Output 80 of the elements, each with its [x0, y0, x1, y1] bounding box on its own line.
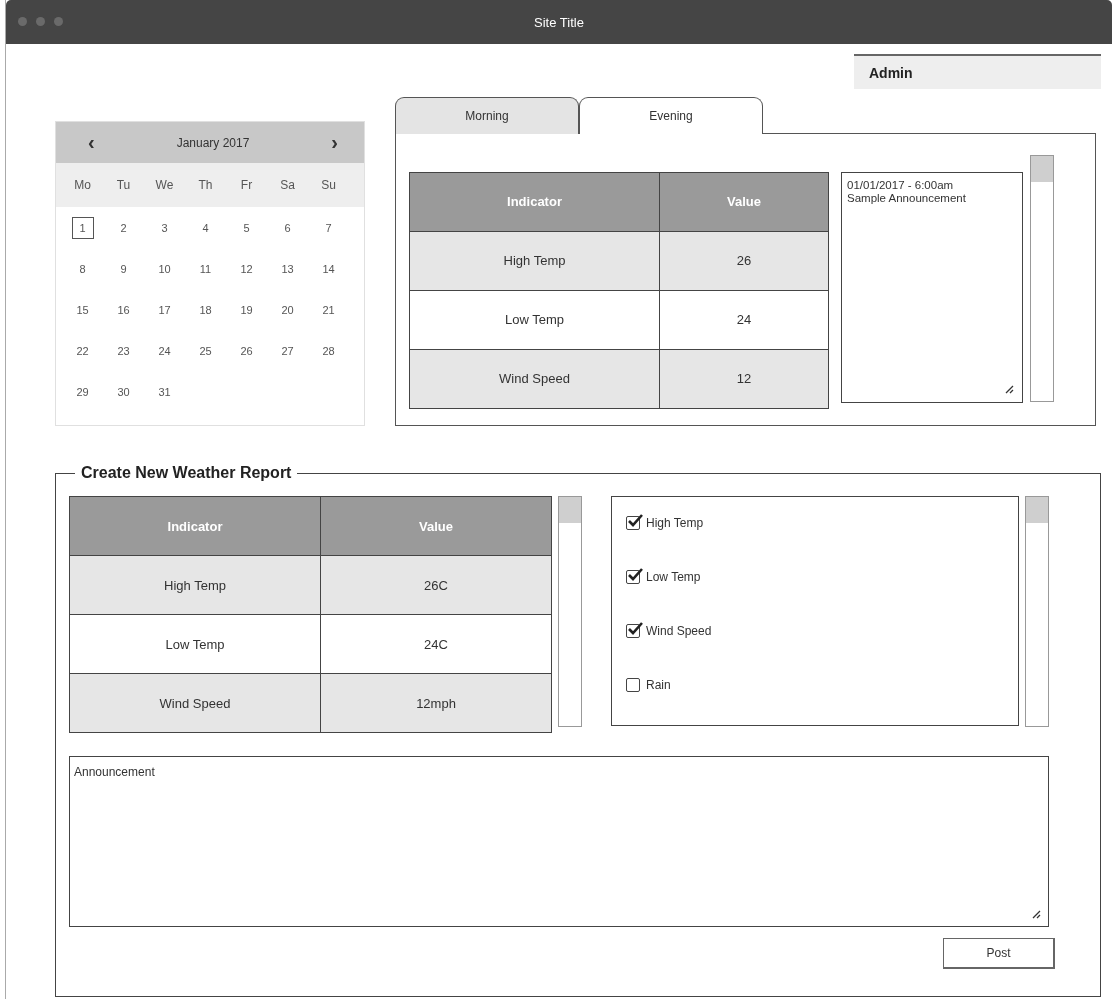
column-header: Indicator	[409, 172, 660, 231]
calendar-day[interactable]: 8	[71, 257, 94, 280]
table-cell: 24	[659, 290, 829, 349]
weekday-label: Tu	[115, 178, 132, 192]
calendar-day[interactable]: 2	[112, 216, 135, 239]
calendar-day[interactable]: 16	[112, 298, 135, 321]
scrollbar[interactable]	[1025, 496, 1049, 727]
weekday-label: Th	[197, 178, 214, 192]
calendar-day[interactable]: 14	[317, 257, 340, 280]
tab[interactable]: Morning	[395, 97, 579, 134]
month-label: January 2017	[176, 135, 250, 150]
calendar-day[interactable]: 4	[194, 216, 217, 239]
table-cell: High Temp	[409, 231, 660, 290]
table-cell: 26	[659, 231, 829, 290]
next-month-button[interactable]: ›	[327, 131, 342, 154]
column-header: Value	[659, 172, 829, 231]
calendar-day[interactable]: 17	[153, 298, 176, 321]
resize-grip-icon[interactable]	[1031, 909, 1041, 919]
calendar-day[interactable]: 6	[276, 216, 299, 239]
weekday-label: Su	[320, 178, 337, 192]
table-cell: Wind Speed	[409, 349, 660, 408]
checkbox-label: High Temp	[646, 516, 704, 530]
calendar-day[interactable]: 12	[235, 257, 258, 280]
calendar-day[interactable]: 20	[276, 298, 299, 321]
calendar-day[interactable]: 7	[317, 216, 340, 239]
calendar-day[interactable]: 13	[276, 257, 299, 280]
user-label: Admin	[854, 54, 1101, 89]
calendar-day[interactable]: 19	[235, 298, 258, 321]
resize-grip-icon[interactable]	[1004, 383, 1014, 394]
announcement-box[interactable]: 01/01/2017 - 6:00am Sample Announcement	[841, 171, 1023, 403]
table-cell: 26C	[320, 555, 552, 615]
calendar-day[interactable]: 11	[194, 257, 217, 280]
weekday-label: Mo	[73, 178, 92, 192]
calendar-day[interactable]: 26	[235, 339, 258, 362]
post-button[interactable]: Post	[943, 938, 1055, 969]
calendar-day[interactable]: 18	[194, 298, 217, 321]
column-header: Indicator	[69, 496, 321, 556]
table-cell: Low Temp	[409, 290, 660, 349]
announcement-text: 01/01/2017 - 6:00am	[847, 178, 955, 192]
calendar-day[interactable]: 25	[194, 339, 217, 362]
column-header: Value	[320, 496, 552, 556]
scrollbar[interactable]	[1030, 154, 1054, 402]
previous-month-button[interactable]: ‹	[84, 131, 99, 154]
calendar-day[interactable]: 3	[153, 216, 176, 239]
calendar-day[interactable]: 27	[276, 339, 299, 362]
announcement-field[interactable]: Announcement	[69, 756, 1049, 927]
announcement-text: Sample Announcement	[847, 191, 967, 205]
calendar-day[interactable]: 24	[153, 339, 176, 362]
calendar-day[interactable]: 1	[71, 216, 94, 239]
table-cell: 12	[659, 349, 829, 408]
table-cell: Low Temp	[69, 614, 321, 674]
calendar-day[interactable]: 15	[71, 298, 94, 321]
window-title: Site Title	[534, 14, 584, 30]
calendar-day[interactable]: 21	[317, 298, 340, 321]
section-title: Create New Weather Report	[80, 464, 293, 482]
checkbox-label: Wind Speed	[646, 624, 712, 638]
calendar-day[interactable]: 22	[71, 339, 94, 362]
calendar-day[interactable]: 30	[112, 380, 135, 403]
checkbox[interactable]	[626, 570, 640, 584]
scrollbar[interactable]	[558, 496, 582, 727]
weekday-label: Sa	[279, 178, 296, 192]
tab[interactable]: Evening	[579, 97, 763, 134]
calendar-day[interactable]: 5	[235, 216, 258, 239]
table-cell: 12mph	[320, 673, 552, 733]
checkbox[interactable]	[626, 516, 640, 530]
checkbox[interactable]	[626, 624, 640, 638]
calendar-day[interactable]: 29	[71, 380, 94, 403]
table-cell: 24C	[320, 614, 552, 674]
calendar-day[interactable]: 23	[112, 339, 135, 362]
calendar-day[interactable]: 31	[153, 380, 176, 403]
weekday-label: Fr	[239, 178, 254, 192]
checkbox[interactable]	[626, 678, 640, 692]
calendar-day[interactable]: 10	[153, 257, 176, 280]
checkbox-label: Rain	[646, 678, 671, 692]
weekday-label: We	[154, 178, 175, 192]
checkbox-label: Low Temp	[646, 570, 701, 584]
calendar-day[interactable]: 28	[317, 339, 340, 362]
table-cell: High Temp	[69, 555, 321, 615]
calendar-day[interactable]: 9	[112, 257, 135, 280]
table-cell: Wind Speed	[69, 673, 321, 733]
